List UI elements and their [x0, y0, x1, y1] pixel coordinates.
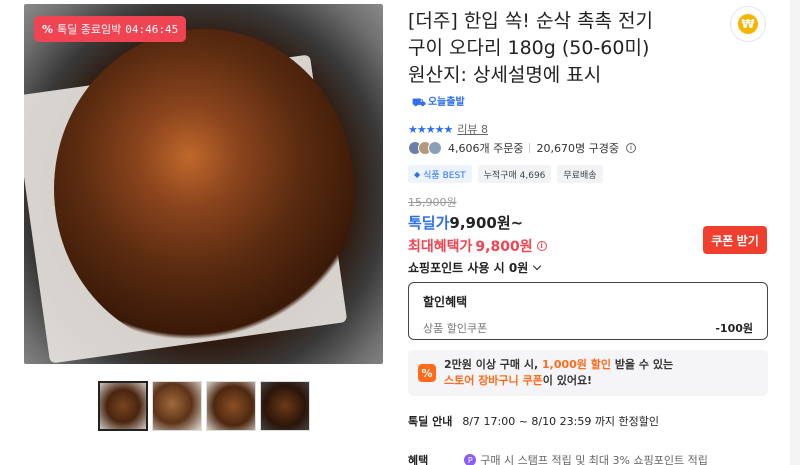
orders-count: 4,606개 주문중: [448, 142, 524, 155]
viewers-count: 20,670명 구경중: [536, 142, 619, 155]
info-icon[interactable]: i: [536, 241, 547, 251]
max-benefit-label: 최대혜택가: [408, 239, 473, 255]
discount-benefit-box: 할인혜택 상품 할인쿠폰 -100원: [408, 282, 768, 340]
promo-line2-highlight: 스토어 장바구니 쿠폰: [444, 374, 543, 387]
info-icon[interactable]: i: [625, 143, 636, 153]
percent-icon: %: [418, 364, 436, 382]
food-best-label: 식품 BEST: [423, 170, 466, 181]
discount-item-name: 상품 할인쿠폰: [423, 322, 488, 335]
origin-text: 원산지: 상세설명에 표시: [408, 64, 602, 86]
promo-text: 2만원 이상 구매 시, 1,000원 할인 받을 수 있는 스토어 장바구니 …: [444, 357, 673, 389]
star-rating: ★★★★★: [408, 122, 453, 136]
cumulative-chip: 누적구매 4,696: [477, 165, 552, 183]
talk-deal-label: 톡딜가: [408, 214, 450, 232]
discount-header: 할인혜택: [423, 295, 468, 309]
original-price: 15,900원: [408, 196, 457, 209]
talk-deal-info-value: 8/7 17:00 ~ 8/10 23:59 까지 한정할인: [462, 415, 660, 428]
benefit-row: 혜택 P 구매 시 스탬프 적립 및 최대 3% 쇼핑포인트 적립: [408, 452, 708, 465]
today-delivery-tag: ⛟ 오늘출발: [412, 89, 465, 116]
divider: [529, 143, 531, 153]
shopping-points-toggle[interactable]: 쇼핑포인트 사용 시 0원: [408, 259, 542, 276]
product-chips: ◆ 식품 BEST 누적구매 4,696 무료배송: [408, 165, 603, 183]
delivery-tag-label: 오늘출발: [427, 97, 465, 108]
chevron-down-icon: [533, 261, 542, 271]
badge-text: 톡딜 종료임박: [57, 23, 122, 36]
point-icon: P: [464, 454, 477, 465]
promo-line1-a: 2만원 이상 구매 시,: [444, 358, 542, 371]
page-scrollbar[interactable]: [790, 0, 800, 465]
food-best-chip[interactable]: ◆ 식품 BEST: [408, 165, 472, 183]
points-label: 쇼핑포인트 사용 시 0원: [408, 261, 529, 275]
thumbnail-list: [98, 381, 310, 431]
promo-line1-b: 받을 수 있는: [610, 358, 674, 371]
rating-row: ★★★★★ 리뷰 8: [408, 121, 488, 137]
benefit-label: 혜택: [408, 454, 429, 465]
benefit-value: 구매 시 스탬프 적립 및 최대 3% 쇼핑포인트 적립: [480, 454, 708, 465]
coin-icon: ₩: [738, 14, 758, 34]
discount-item-amount: -100원: [715, 322, 753, 335]
free-shipping-chip: 무료배송: [557, 165, 603, 183]
promo-line2-b: 이 있어요!: [542, 374, 593, 387]
promo-line1-highlight: 1,000원 할인: [542, 358, 611, 371]
discount-row: 상품 할인쿠폰 -100원: [423, 320, 753, 336]
buyer-avatars: [408, 141, 442, 155]
max-benefit-value: 9,800원: [475, 239, 533, 255]
max-benefit-price: 최대혜택가 9,800원 i: [408, 236, 547, 256]
benefit-value-wrap: P 구매 시 스탬프 적립 및 최대 3% 쇼핑포인트 적립: [464, 452, 708, 465]
stats-row: 4,606개 주문중 20,670명 구경중 i: [408, 140, 636, 156]
talk-deal-info: 톡딜 안내 8/7 17:00 ~ 8/10 23:59 까지 한정할인: [408, 413, 659, 429]
talk-deal-value: 9,900원~: [449, 214, 524, 232]
thumbnail-2[interactable]: [152, 381, 202, 431]
thumbnail-3[interactable]: [206, 381, 256, 431]
thumbnail-1[interactable]: [98, 381, 148, 431]
talk-deal-info-label: 톡딜 안내: [408, 415, 453, 428]
thumbnail-4[interactable]: [260, 381, 310, 431]
product-title: [더주] 한입 쏙! 순삭 촉촉 전기구이 오다리 180g (50-60미) …: [408, 8, 658, 116]
cart-coupon-promo[interactable]: % 2만원 이상 구매 시, 1,000원 할인 받을 수 있는 스토어 장바구…: [408, 350, 768, 396]
talk-deal-price: 톡딜가9,900원~: [408, 212, 523, 233]
review-link[interactable]: 리뷰 8: [457, 121, 488, 137]
truck-icon: ⛟: [412, 96, 426, 109]
product-main-image: % 톡딜 종료임박 04:46:45: [24, 4, 383, 364]
squid-legs-pile: [54, 29, 354, 349]
deal-ending-badge: % 톡딜 종료임박 04:46:45: [34, 16, 187, 42]
percent-icon: %: [42, 22, 54, 36]
point-coin-button[interactable]: ₩: [730, 6, 766, 42]
diamond-icon: ◆: [414, 169, 421, 179]
product-name: [더주] 한입 쏙! 순삭 촉촉 전기구이 오다리 180g (50-60미): [408, 10, 653, 59]
countdown-timer: 04:46:45: [125, 22, 179, 36]
get-coupon-button[interactable]: 쿠폰 받기: [703, 226, 767, 254]
